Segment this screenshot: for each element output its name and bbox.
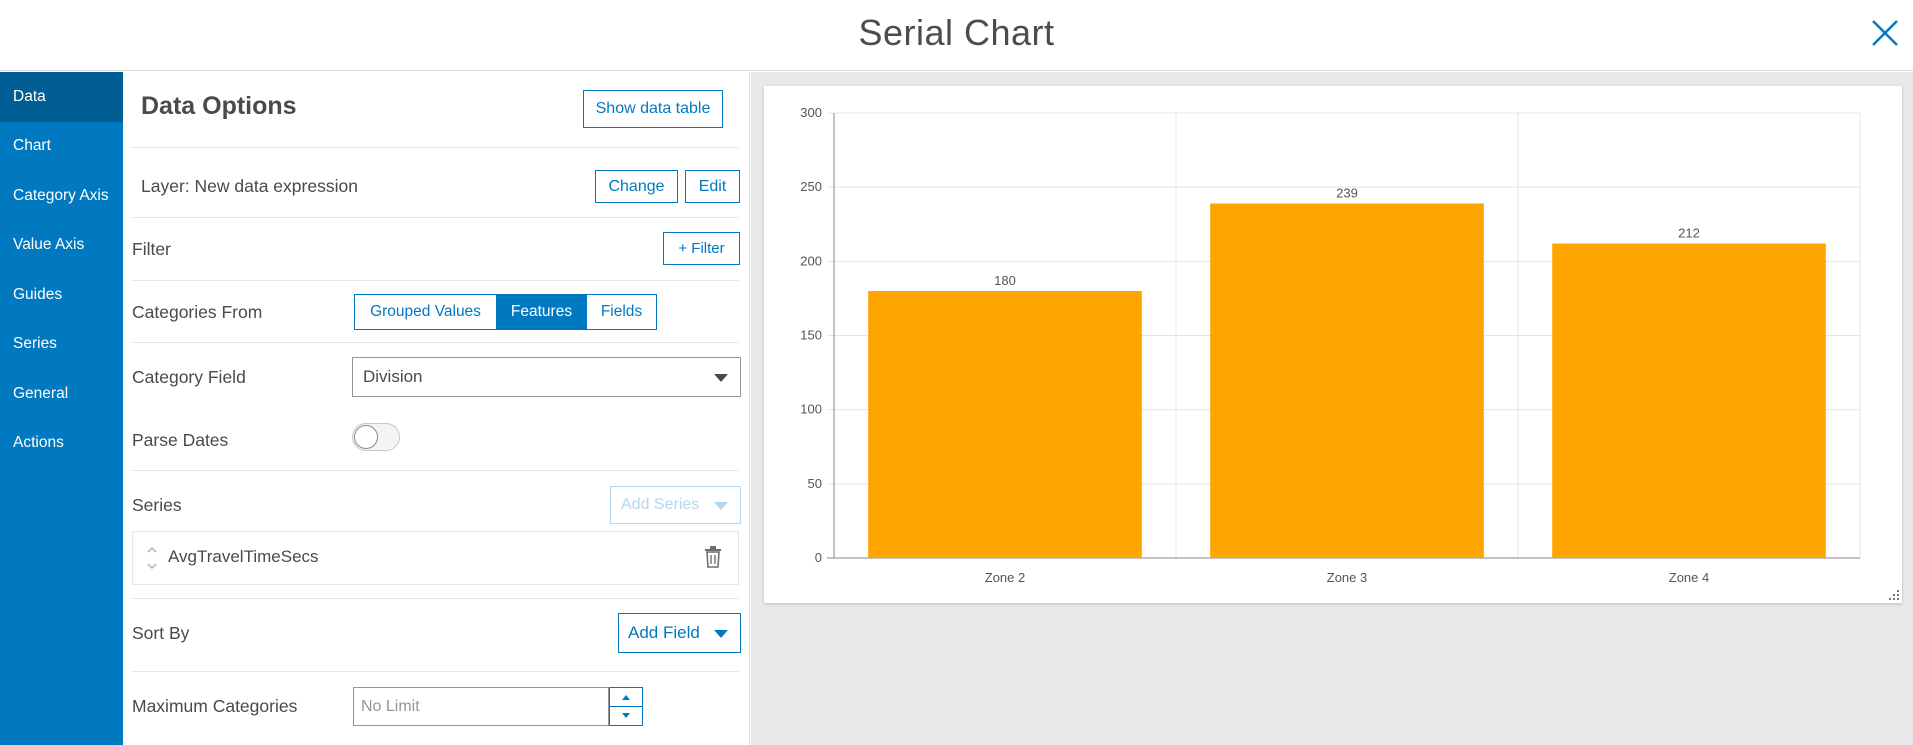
y-tick-label: 150 <box>800 328 822 343</box>
sidebar-item-chart[interactable]: Chart <box>0 122 123 172</box>
increment-button[interactable] <box>609 687 643 707</box>
maximum-categories-input[interactable]: No Limit <box>353 687 609 726</box>
y-tick-label: 300 <box>800 105 822 120</box>
category-field-value: Division <box>363 367 423 386</box>
add-series-button: Add Series <box>610 486 741 524</box>
x-tick-label: Zone 2 <box>985 570 1025 585</box>
reorder-icon[interactable] <box>145 543 159 573</box>
data-label: 212 <box>1678 226 1700 241</box>
sidebar-item-label: Guides <box>13 285 63 303</box>
add-field-button[interactable]: Add Field <box>618 613 741 653</box>
sidebar-item-label: Data <box>13 87 46 105</box>
chevron-down-icon <box>714 630 728 638</box>
y-tick-label: 100 <box>800 402 822 417</box>
sidebar-item-label: Category Axis <box>13 186 109 204</box>
divider <box>132 147 739 148</box>
sidebar-item-category-axis[interactable]: Category Axis <box>0 171 123 221</box>
dialog-title: Serial Chart <box>858 12 1055 53</box>
sidebar-item-series[interactable]: Series <box>0 320 123 370</box>
data-label: 180 <box>994 273 1016 288</box>
sidebar-item-guides[interactable]: Guides <box>0 270 123 320</box>
categories-from-label: Categories From <box>132 302 263 322</box>
series-name: AvgTravelTimeSecs <box>168 547 319 566</box>
add-filter-button[interactable]: + Filter <box>663 232 740 265</box>
bar-chart: 0 50 100 150 200 250 300 180 Zone 2 239 Zone 3 212 Z… <box>800 105 1861 585</box>
divider <box>132 671 739 672</box>
sidebar-item-label: Actions <box>13 434 64 452</box>
category-field-select[interactable]: Division <box>352 357 741 397</box>
add-field-label: Add Field <box>628 623 700 642</box>
layer-label: Layer: New data expression <box>141 176 358 196</box>
chart-preview-card: 0 50 100 150 200 250 300 180 Zone 2 239 Zone 3 212 Z… <box>764 86 1902 603</box>
edit-button[interactable]: Edit <box>685 170 740 203</box>
x-tick-label: Zone 3 <box>1327 570 1367 585</box>
x-tick-label: Zone 4 <box>1669 570 1709 585</box>
chevron-down-icon <box>622 713 630 718</box>
resize-handle-icon[interactable] <box>1888 589 1900 601</box>
chevron-down-icon <box>714 374 728 382</box>
y-tick-label: 250 <box>800 179 822 194</box>
dialog-header: Serial Chart <box>0 0 1913 71</box>
sidebar-item-label: General <box>13 384 69 402</box>
bar <box>868 291 1142 558</box>
chevron-up-icon <box>622 695 630 700</box>
add-series-label: Add Series <box>621 496 700 513</box>
divider <box>132 342 739 343</box>
divider <box>132 470 739 471</box>
data-label: 239 <box>1336 185 1358 200</box>
panel-title: Data Options <box>141 92 297 120</box>
features-button[interactable]: Features <box>497 294 586 330</box>
sidebar-item-data[interactable]: Data <box>0 72 123 122</box>
sidebar-item-label: Chart <box>13 137 51 155</box>
sidebar-item-value-axis[interactable]: Value Axis <box>0 221 123 271</box>
y-tick-label: 0 <box>815 550 822 565</box>
trash-icon[interactable] <box>704 546 722 568</box>
divider <box>132 280 739 281</box>
data-options-panel: Data Options Show data table Layer: New … <box>123 72 750 745</box>
sidebar-item-actions[interactable]: Actions <box>0 419 123 469</box>
filter-label: Filter <box>132 239 171 259</box>
change-button[interactable]: Change <box>595 170 678 203</box>
parse-dates-toggle[interactable] <box>352 423 400 451</box>
grouped-values-button[interactable]: Grouped Values <box>354 294 497 330</box>
sidebar: Data Chart Category Axis Value Axis Guid… <box>0 72 123 745</box>
decrement-button[interactable] <box>609 706 643 726</box>
close-icon[interactable] <box>1867 15 1903 51</box>
sidebar-item-general[interactable]: General <box>0 369 123 419</box>
sidebar-item-label: Value Axis <box>13 236 85 254</box>
category-field-label: Category Field <box>132 367 246 387</box>
series-list-item: AvgTravelTimeSecs <box>132 531 739 585</box>
toggle-knob <box>354 425 378 449</box>
y-tick-label: 200 <box>800 253 822 268</box>
series-label: Series <box>132 495 182 515</box>
y-tick-label: 50 <box>808 476 822 491</box>
divider <box>132 598 739 599</box>
sidebar-item-label: Series <box>13 335 57 353</box>
maximum-categories-label: Maximum Categories <box>132 696 298 716</box>
divider <box>132 217 739 218</box>
bar <box>1210 203 1484 558</box>
show-data-table-button[interactable]: Show data table <box>583 90 723 128</box>
chevron-down-icon <box>714 502 728 510</box>
fields-button[interactable]: Fields <box>586 294 657 330</box>
bar <box>1552 243 1826 559</box>
sort-by-label: Sort By <box>132 623 190 643</box>
parse-dates-label: Parse Dates <box>132 430 229 450</box>
